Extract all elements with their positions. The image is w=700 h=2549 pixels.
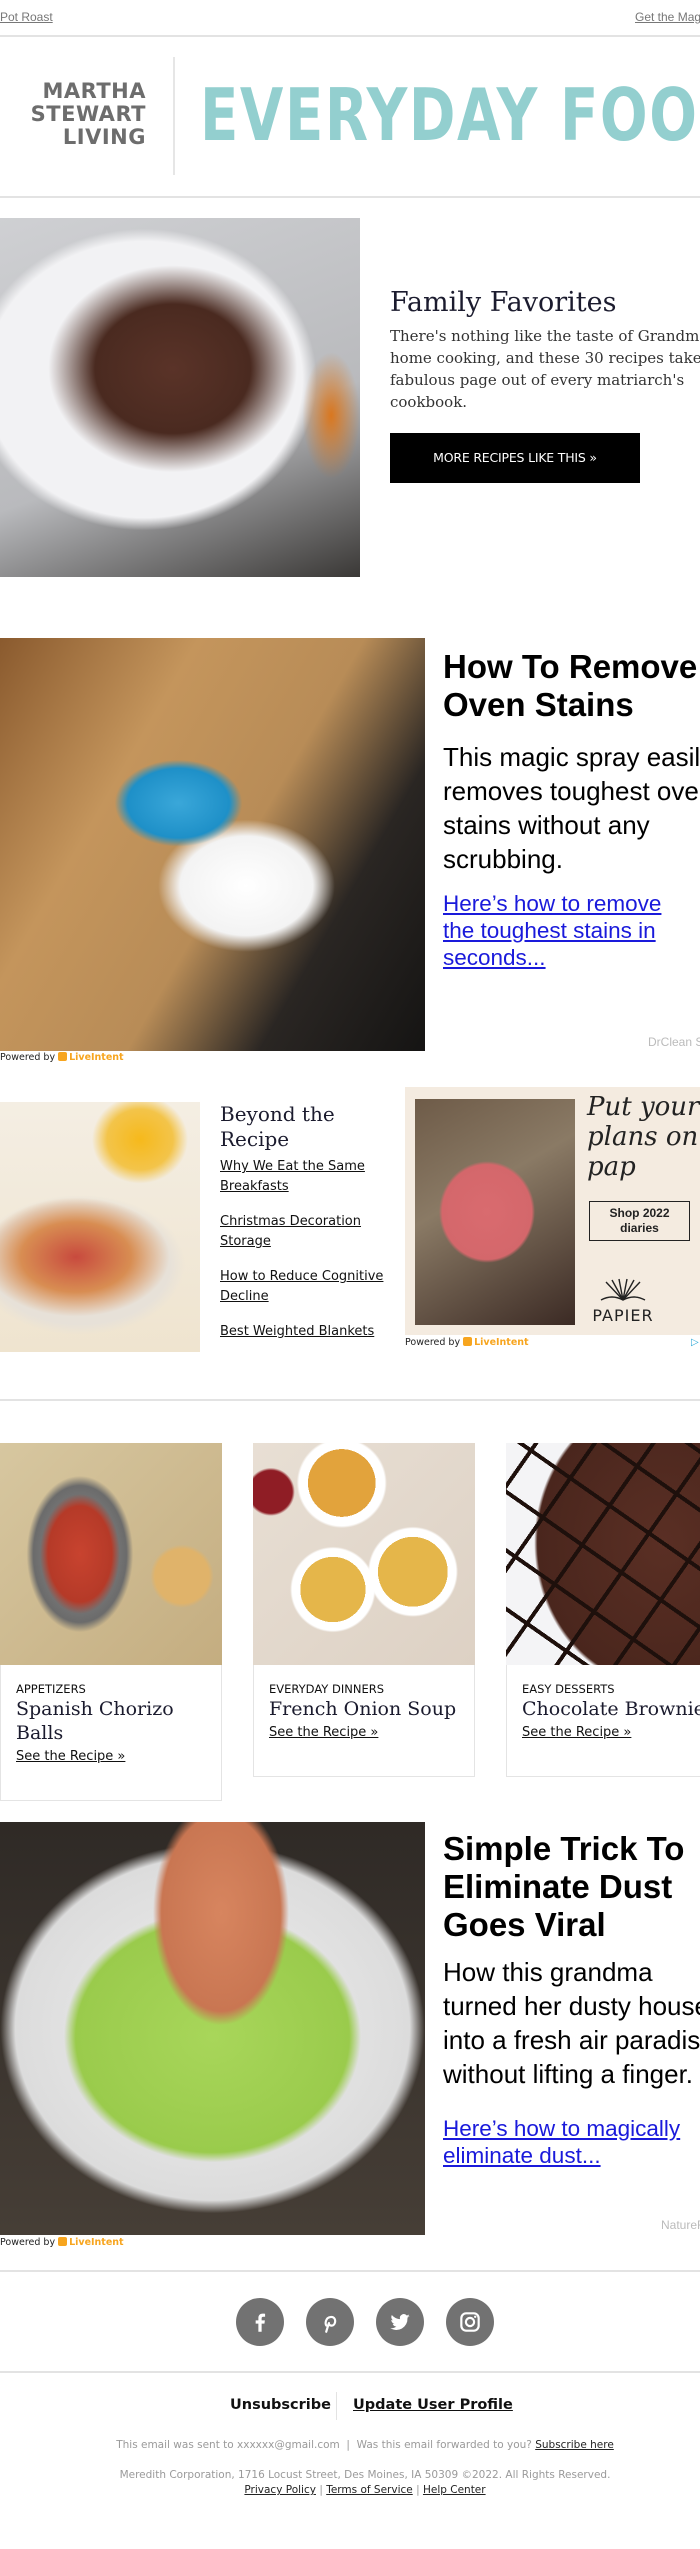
instagram-button[interactable]	[446, 2298, 494, 2346]
privacy-policy-link[interactable]: Privacy Policy	[244, 2484, 316, 2496]
papier-book-icon	[588, 1278, 658, 1306]
dust-ad-body: How this grandma turned her dusty house …	[443, 1957, 700, 2089]
papier-headline: Put your plans on pap	[587, 1092, 700, 1182]
sent-to-text: This email was sent to xxxxxx@gmail.com …	[116, 2439, 532, 2451]
instagram-icon	[460, 2312, 480, 2332]
oven-ad-title[interactable]: How To Remove Oven Stains	[443, 648, 700, 724]
powered-by-label: Powered by	[405, 1337, 461, 1348]
oven-ad-body: This magic spray easily removes toughest…	[443, 742, 700, 874]
papier-name: PAPIER	[592, 1306, 654, 1325]
liveintent-icon	[463, 1337, 473, 1346]
martha-stewart-living-logo[interactable]: MARTHA STEWART LIVING	[28, 80, 146, 149]
card-category: APPETIZERS	[16, 1682, 86, 1696]
logo-line: MARTHA	[42, 79, 146, 103]
logo-divider	[173, 57, 175, 175]
get-the-mag-link[interactable]: Get the Mag	[635, 10, 700, 24]
beyond-link[interactable]: Christmas Decoration Storage	[220, 1212, 395, 1252]
terms-of-service-link[interactable]: Terms of Service	[326, 2484, 413, 2496]
cereal-image[interactable]	[0, 1102, 200, 1352]
beyond-link[interactable]: Why We Eat the Same Breakfasts	[220, 1157, 395, 1197]
preheader-pot-roast-link[interactable]: Pot Roast	[0, 10, 53, 24]
hero-title[interactable]: Family Favorites	[390, 286, 616, 320]
see-recipe-link[interactable]: See the Recipe »	[16, 1747, 125, 1767]
dust-ad-link[interactable]: Here’s how to magically eliminate dust..…	[443, 2115, 700, 2169]
liveintent-name: LiveIntent	[69, 2237, 124, 2248]
sent-to-line: This email was sent to xxxxxx@gmail.com …	[0, 2438, 700, 2453]
beyond-link[interactable]: How to Reduce Cognitive Decline	[220, 1267, 395, 1307]
twitter-icon	[390, 2314, 410, 2330]
divider	[0, 35, 700, 37]
pinterest-button[interactable]	[306, 2298, 354, 2346]
dust-ad-sponsor: NatureF	[661, 2218, 700, 2232]
liveintent-name: LiveIntent	[69, 1052, 124, 1063]
divider	[0, 2270, 700, 2272]
legal-separator: |	[416, 2484, 420, 2496]
twitter-button[interactable]	[376, 2298, 424, 2346]
subscribe-here-link[interactable]: Subscribe here	[535, 2439, 614, 2451]
liveintent-icon	[58, 1052, 68, 1061]
french-onion-soup-image[interactable]	[253, 1443, 475, 1665]
facebook-button[interactable]	[236, 2298, 284, 2346]
see-recipe-link[interactable]: See the Recipe »	[269, 1723, 378, 1743]
card-category: EVERYDAY DINNERS	[269, 1682, 384, 1696]
footer-separator	[336, 2392, 337, 2420]
card-title[interactable]: Chocolate Brownies	[522, 1697, 700, 1721]
adchoices-icon[interactable]: ▷	[691, 1337, 700, 1348]
pot-roast-image[interactable]	[0, 218, 360, 577]
oven-ad-sponsor: DrClean S	[648, 1035, 700, 1049]
dust-ad-title[interactable]: Simple Trick To Eliminate Dust Goes Vira…	[443, 1830, 693, 1944]
pinterest-icon	[324, 2315, 337, 2333]
see-recipe-link[interactable]: See the Recipe »	[522, 1723, 631, 1743]
hero-description: There's nothing like the taste of Grandm…	[390, 327, 700, 411]
powered-by-label: Powered by	[0, 1052, 56, 1063]
logo-line: LIVING	[62, 125, 146, 149]
papier-notebook-image[interactable]	[415, 1099, 575, 1325]
legal-separator: |	[319, 2484, 323, 2496]
unsubscribe-link[interactable]: Unsubscribe	[230, 2395, 331, 2415]
powered-by-liveintent[interactable]: Powered by LiveIntent	[0, 2237, 124, 2248]
chorizo-balls-image[interactable]	[0, 1443, 222, 1665]
oven-ad-link[interactable]: Here’s how to remove the toughest stains…	[443, 890, 673, 971]
logo-line: STEWART	[30, 102, 146, 126]
powered-by-liveintent[interactable]: Powered by LiveIntent	[405, 1337, 529, 1348]
beyond-links-list: Why We Eat the Same Breakfasts Christmas…	[220, 1157, 395, 1357]
beyond-the-recipe-title: Beyond the Recipe	[220, 1102, 335, 1151]
oven-ad-image[interactable]	[0, 638, 425, 1051]
chocolate-brownies-image[interactable]	[506, 1443, 700, 1665]
card-title[interactable]: French Onion Soup	[269, 1697, 469, 1721]
divider	[0, 1399, 700, 1401]
liveintent-icon	[58, 2237, 68, 2246]
papier-logo: PAPIER	[588, 1278, 658, 1325]
beyond-link[interactable]: Best Weighted Blankets	[220, 1322, 395, 1342]
everyday-food-logo[interactable]: EVERYDAY FOOD	[200, 70, 700, 160]
address-line: Meredith Corporation, 1716 Locust Street…	[119, 2469, 611, 2481]
divider	[0, 196, 700, 198]
update-profile-link[interactable]: Update User Profile	[353, 2395, 513, 2415]
powered-by-liveintent[interactable]: Powered by LiveIntent	[0, 1052, 124, 1063]
shop-diaries-button[interactable]: Shop 2022 diaries	[589, 1201, 690, 1241]
card-category: EASY DESSERTS	[522, 1682, 615, 1696]
legal-links: Privacy Policy | Terms of Service | Help…	[0, 2483, 700, 2498]
dust-ad-image[interactable]	[0, 1822, 425, 2235]
facebook-icon	[255, 2313, 266, 2332]
card-title[interactable]: Spanish Chorizo Balls	[16, 1697, 216, 1745]
powered-by-label: Powered by	[0, 2237, 56, 2248]
liveintent-name: LiveIntent	[474, 1337, 529, 1348]
help-center-link[interactable]: Help Center	[423, 2484, 486, 2496]
more-recipes-button[interactable]: MORE RECIPES LIKE THIS »	[390, 433, 640, 483]
divider	[0, 2371, 700, 2373]
